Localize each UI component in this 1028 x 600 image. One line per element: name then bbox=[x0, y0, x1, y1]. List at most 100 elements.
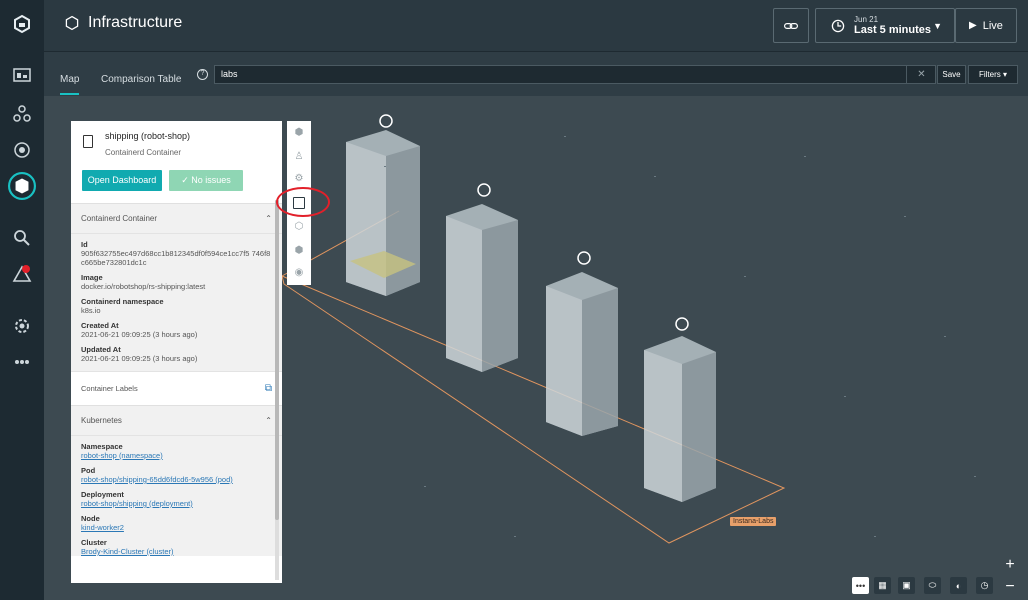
container-labels-row[interactable]: Container Labels ⧉ bbox=[71, 371, 282, 405]
panel-scrollbar-thumb[interactable] bbox=[275, 200, 279, 520]
save-label: Save bbox=[942, 70, 961, 79]
page-title: Infrastructure bbox=[64, 14, 182, 32]
field-value: docker.io/robotshop/rs-shipping:latest bbox=[81, 282, 206, 291]
applications-icon[interactable] bbox=[0, 96, 44, 132]
help-icon[interactable]: ? bbox=[197, 69, 208, 80]
panel-header: shipping (robot-shop) Containerd Contain… bbox=[71, 121, 282, 203]
time-date: Jun 21 bbox=[854, 15, 879, 24]
tab-comparison-table[interactable]: Comparison Table bbox=[101, 74, 181, 85]
copy-icon[interactable]: ⧉ bbox=[265, 383, 272, 394]
page-title-text: Infrastructure bbox=[88, 14, 183, 31]
host-tower-4[interactable] bbox=[644, 336, 716, 502]
host-marker-icon[interactable] bbox=[379, 114, 393, 128]
live-button[interactable]: ▶ Live bbox=[955, 8, 1017, 43]
agent-icon[interactable]: ◉ bbox=[293, 267, 305, 279]
kubernetes-section-header[interactable]: Kubernetes ⌃ bbox=[71, 406, 282, 436]
zone-label[interactable]: Instana-Labs bbox=[730, 517, 777, 526]
field-value: k8s.io bbox=[81, 306, 101, 315]
map-dot bbox=[384, 166, 386, 167]
namespace-link[interactable]: robot-shop (namespace) bbox=[81, 451, 272, 460]
zoom-out-button[interactable]: − bbox=[1001, 578, 1019, 596]
no-issues-label: No issues bbox=[191, 175, 231, 185]
k8s-deployment: Deployment robot-shop/shipping (deployme… bbox=[71, 490, 282, 508]
time-range: Last 5 minutes bbox=[854, 24, 932, 36]
check-icon: ✓ bbox=[181, 175, 189, 185]
field-label: Containerd namespace bbox=[81, 297, 164, 306]
node-link[interactable]: kind-worker2 bbox=[81, 523, 272, 532]
infrastructure-icon[interactable] bbox=[0, 168, 44, 204]
more-options-icon[interactable]: ••• bbox=[852, 577, 869, 594]
field-created: Created At 2021-06-21 09:09:25 (3 hours … bbox=[71, 321, 282, 339]
website-monitoring-icon[interactable] bbox=[0, 58, 44, 94]
contrast-icon[interactable]: ◐ bbox=[950, 577, 967, 594]
clock-icon bbox=[831, 19, 845, 32]
map-dot bbox=[844, 396, 846, 397]
k8s-pod: Pod robot-shop/shipping-65dd6fdcd6-5w956… bbox=[71, 466, 282, 484]
host-tower-1[interactable] bbox=[346, 130, 420, 296]
container-section-header[interactable]: Containerd Container ⌃ bbox=[71, 204, 282, 234]
no-issues-badge: ✓ No issues bbox=[169, 170, 243, 191]
dashboard-view-icon[interactable]: ▣ bbox=[898, 577, 915, 594]
host-marker-icon[interactable] bbox=[577, 251, 591, 265]
host-tower-3[interactable] bbox=[546, 272, 618, 436]
analytics-icon[interactable] bbox=[0, 220, 44, 256]
host-marker-icon[interactable] bbox=[477, 183, 491, 197]
cluster-link[interactable]: Brody-Kind-Cluster (cluster) bbox=[81, 547, 272, 556]
field-updated: Updated At 2021-06-21 09:09:25 (3 hours … bbox=[71, 345, 282, 371]
events-icon[interactable] bbox=[0, 256, 44, 292]
map-dot bbox=[564, 136, 566, 137]
platforms-icon[interactable] bbox=[0, 132, 44, 168]
share-link-button[interactable] bbox=[773, 8, 809, 43]
platform-icon[interactable]: ⬢ bbox=[293, 245, 305, 257]
cube-icon[interactable]: ⬡ bbox=[293, 221, 305, 233]
field-value: 2021-06-21 09:09:25 (3 hours ago) bbox=[81, 330, 198, 339]
play-icon: ▶ bbox=[969, 20, 977, 31]
logo-icon[interactable] bbox=[0, 6, 44, 42]
chevron-up-icon: ⌃ bbox=[265, 416, 272, 425]
map-dot bbox=[804, 156, 806, 157]
deployment-link[interactable]: robot-shop/shipping (deployment) bbox=[81, 499, 272, 508]
zone-label-text: Instana-Labs bbox=[733, 518, 774, 525]
k8s-namespace: Namespace robot-shop (namespace) bbox=[71, 442, 282, 460]
chevron-down-icon: ▼ bbox=[933, 20, 942, 31]
tab-comparison-label: Comparison Table bbox=[101, 74, 182, 85]
process-icon[interactable]: ⚙ bbox=[293, 173, 305, 185]
host-marker-icon[interactable] bbox=[675, 317, 689, 331]
field-label: Cluster bbox=[81, 538, 107, 547]
pod-link[interactable]: robot-shop/shipping-65dd6fdcd6-5w956 (po… bbox=[81, 475, 272, 484]
map-dot bbox=[424, 486, 426, 487]
search-input[interactable]: labs bbox=[214, 65, 936, 84]
field-label: Created At bbox=[81, 321, 119, 330]
open-dashboard-button[interactable]: Open Dashboard bbox=[82, 170, 162, 191]
tab-map[interactable]: Map bbox=[60, 74, 80, 95]
map-dot bbox=[654, 176, 656, 177]
time-picker[interactable]: Jun 21 Last 5 minutes ▼ bbox=[815, 8, 955, 43]
zoom-in-button[interactable]: + bbox=[1001, 556, 1019, 574]
map-dot bbox=[974, 476, 976, 477]
top-bar: Infrastructure Jun 21 Last 5 minutes ▼ ▶… bbox=[44, 0, 1028, 52]
filters-button[interactable]: Filters ▾ bbox=[968, 65, 1018, 84]
field-value: 2021-06-21 09:09:25 (3 hours ago) bbox=[81, 354, 198, 363]
grid-view-icon[interactable]: ▦ bbox=[874, 577, 891, 594]
container-section: Containerd Container ⌃ Id 905f632755ec49… bbox=[71, 203, 282, 371]
link-icon bbox=[784, 22, 798, 29]
live-label: Live bbox=[982, 19, 1003, 32]
chevron-up-icon: ⌃ bbox=[265, 214, 272, 223]
save-button[interactable]: Save bbox=[937, 65, 966, 84]
host-icon[interactable]: ♙ bbox=[293, 151, 305, 163]
field-namespace: Containerd namespace k8s.io bbox=[71, 297, 282, 315]
host-tower-2[interactable] bbox=[446, 204, 518, 372]
zone-icon[interactable]: ⬢ bbox=[293, 127, 305, 139]
search-value: labs bbox=[221, 69, 238, 79]
more-icon[interactable] bbox=[0, 344, 44, 380]
tag-icon[interactable]: ⬭ bbox=[924, 577, 941, 594]
settings-icon[interactable] bbox=[0, 308, 44, 344]
field-label: Pod bbox=[81, 466, 96, 475]
clear-search-icon[interactable]: ✕ bbox=[906, 65, 936, 84]
container-labels-label: Container Labels bbox=[81, 384, 138, 393]
field-label: Node bbox=[81, 514, 100, 523]
tab-map-label: Map bbox=[60, 74, 80, 85]
map-dot bbox=[904, 216, 906, 217]
history-icon[interactable]: ◷ bbox=[976, 577, 993, 594]
kubernetes-section-title: Kubernetes bbox=[81, 416, 122, 425]
